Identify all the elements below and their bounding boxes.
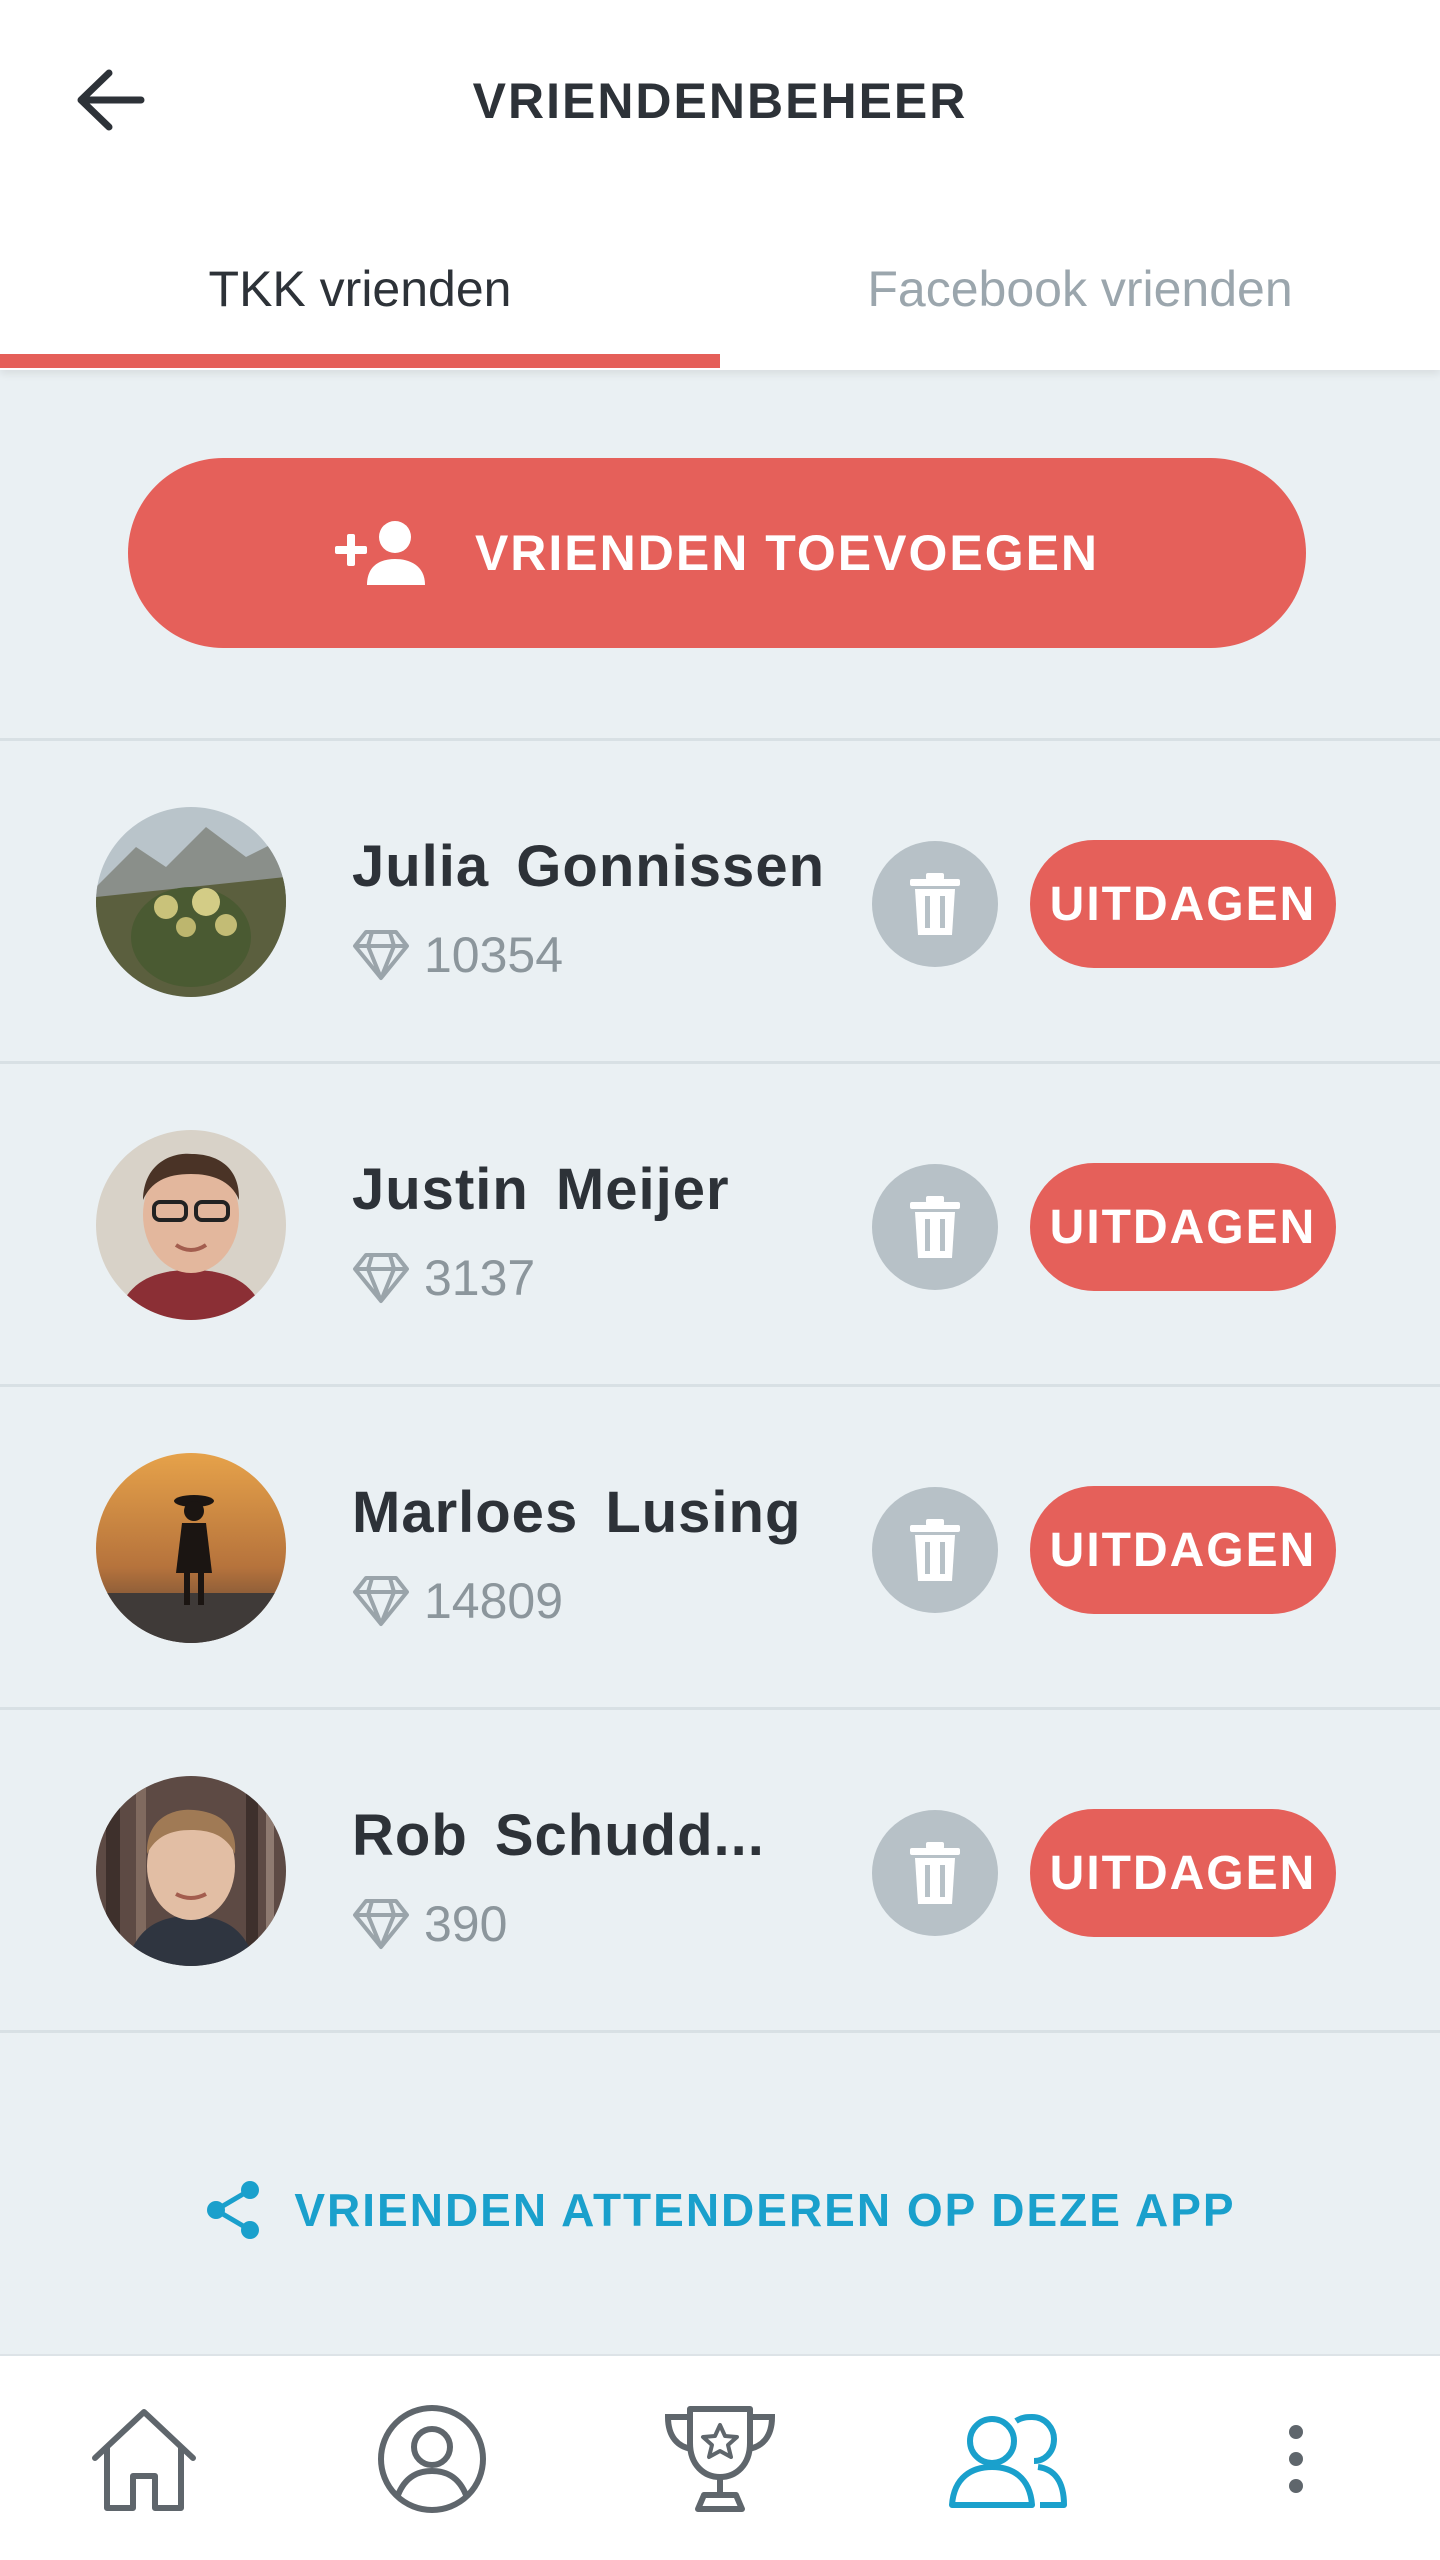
nav-more[interactable] [1152, 2356, 1440, 2560]
share-icon [204, 2179, 264, 2241]
diamond-icon [352, 1251, 410, 1305]
tab-facebook-friends[interactable]: Facebook vrienden [720, 240, 1440, 370]
profile-icon [378, 2405, 486, 2513]
friend-score: 10354 [352, 925, 563, 985]
add-friends-label: VRIENDEN TOEVOEGEN [474, 525, 1100, 581]
nav-friends[interactable] [864, 2356, 1152, 2560]
score-value: 3137 [424, 1250, 536, 1306]
bottom-navigation [0, 2354, 1440, 2560]
trash-icon [910, 1519, 960, 1581]
more-icon [1289, 2425, 1303, 2493]
delete-friend-button[interactable] [872, 841, 998, 967]
challenge-button[interactable]: UITDAGEN [1030, 1486, 1336, 1614]
trophy-icon [664, 2406, 776, 2512]
friend-name: Julia Gonnissen [352, 834, 825, 899]
delete-friend-button[interactable] [872, 1164, 998, 1290]
friend-row: Rob Schudd... 390 UITDAGEN [0, 1710, 1440, 2030]
nav-leaderboard[interactable] [576, 2356, 864, 2560]
delete-friend-button[interactable] [872, 1487, 998, 1613]
friend-list: Julia Gonnissen 10354 UITDAGEN Justin Me… [0, 738, 1440, 2033]
friend-score: 3137 [352, 1248, 535, 1308]
tab-tkk-friends[interactable]: TKK vrienden [0, 240, 720, 370]
nav-profile[interactable] [288, 2356, 576, 2560]
friend-score: 14809 [352, 1571, 563, 1631]
friend-row: Justin Meijer 3137 UITDAGEN [0, 1064, 1440, 1384]
share-app-label: VRIENDEN ATTENDEREN OP DEZE APP [294, 2184, 1236, 2236]
add-person-icon [334, 519, 427, 587]
friend-score: 390 [352, 1894, 507, 1954]
trash-icon [910, 873, 960, 935]
challenge-button[interactable]: UITDAGEN [1030, 1809, 1336, 1937]
diamond-icon [352, 1897, 410, 1951]
score-value: 14809 [424, 1573, 564, 1629]
app-header: VRIENDENBEHEER TKK vrienden Facebook vri… [0, 0, 1440, 370]
divider [0, 2030, 1440, 2033]
friend-name: Marloes Lusing [352, 1480, 802, 1545]
score-value: 10354 [424, 927, 564, 983]
share-app-link[interactable]: VRIENDEN ATTENDEREN OP DEZE APP [0, 2170, 1440, 2250]
avatar [96, 1453, 286, 1643]
add-friends-button[interactable]: VRIENDEN TOEVOEGEN [128, 458, 1306, 648]
challenge-button[interactable]: UITDAGEN [1030, 1163, 1336, 1291]
trash-icon [910, 1842, 960, 1904]
friend-name: Justin Meijer [352, 1157, 730, 1222]
trash-icon [910, 1196, 960, 1258]
avatar [96, 807, 286, 997]
avatar [96, 1776, 286, 1966]
score-value: 390 [424, 1896, 508, 1952]
active-tab-indicator [0, 354, 720, 368]
page-title: VRIENDENBEHEER [472, 73, 968, 129]
home-icon [92, 2409, 196, 2511]
delete-friend-button[interactable] [872, 1810, 998, 1936]
nav-home[interactable] [0, 2356, 288, 2560]
diamond-icon [352, 928, 410, 982]
friend-row: Julia Gonnissen 10354 UITDAGEN [0, 741, 1440, 1061]
challenge-button[interactable]: UITDAGEN [1030, 840, 1336, 968]
friend-name: Rob Schudd... [352, 1803, 765, 1868]
diamond-icon [352, 1574, 410, 1628]
avatar [96, 1130, 286, 1320]
friend-row: Marloes Lusing 14809 UITDAGEN [0, 1387, 1440, 1707]
friends-icon [949, 2413, 1067, 2508]
